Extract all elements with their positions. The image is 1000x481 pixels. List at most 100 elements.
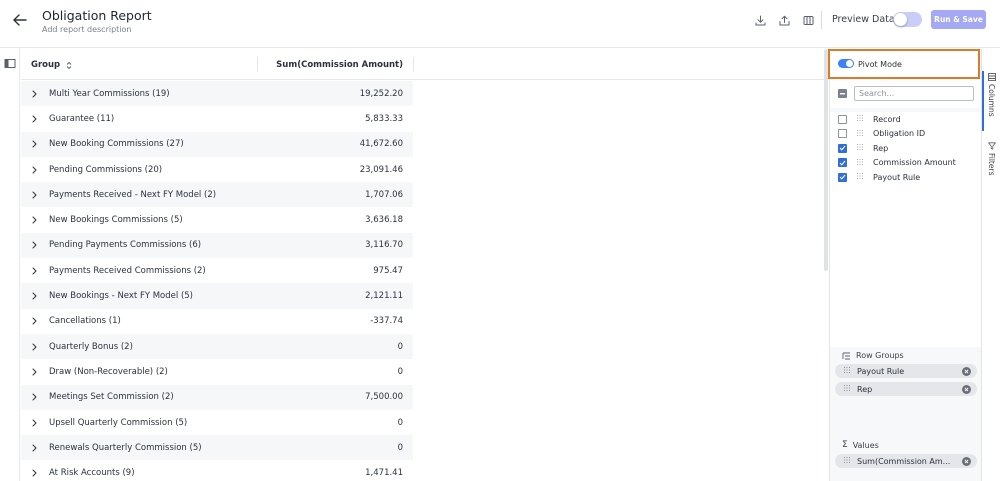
row-group-chip-rep[interactable]: Rep xyxy=(835,382,977,396)
chevron-right-icon[interactable] xyxy=(32,292,42,300)
remove-icon[interactable] xyxy=(962,366,971,376)
table-row[interactable]: Pending Payments Commissions (6) 3,116.70 xyxy=(21,232,413,259)
row-sum-value: 0 xyxy=(397,341,403,352)
column-list: Record Obligation ID Rep Commission Amount P… xyxy=(830,112,982,187)
preview-data-toggle[interactable] xyxy=(893,12,922,27)
column-name: Record xyxy=(873,114,901,124)
header-divider xyxy=(821,11,822,29)
drag-handle-icon[interactable] xyxy=(857,172,865,182)
row-sum-value: 1,471.41 xyxy=(365,468,403,479)
page-title: Obligation Report xyxy=(42,8,152,23)
row-sum-value: 2,121.11 xyxy=(365,291,403,302)
column-checkbox[interactable] xyxy=(838,158,847,168)
tab-columns-label: Columns xyxy=(987,84,996,117)
row-group-label: Guarantee (11) xyxy=(49,113,115,124)
table-row[interactable]: Multi Year Commissions (19) 19,252.20 xyxy=(21,81,413,107)
column-search-input[interactable] xyxy=(854,86,974,101)
chevron-right-icon[interactable] xyxy=(32,444,42,452)
column-divider[interactable] xyxy=(413,57,414,72)
grid-scrollbar[interactable] xyxy=(824,49,828,271)
chevron-right-icon[interactable] xyxy=(32,191,42,199)
column-item[interactable]: Obligation ID xyxy=(830,127,982,142)
report-description[interactable]: Add report description xyxy=(42,25,132,34)
chevron-right-icon[interactable] xyxy=(32,317,42,325)
row-sum-value: 19,252.20 xyxy=(359,88,403,99)
table-row[interactable]: Meetings Set Commission (2) 7,500.00 xyxy=(21,384,413,410)
table-row[interactable]: New Booking Commissions (27) 41,672.60 xyxy=(21,131,413,157)
chevron-right-icon[interactable] xyxy=(32,267,42,275)
sidebar-panel-icon[interactable] xyxy=(4,58,16,70)
column-divider[interactable] xyxy=(257,57,258,72)
column-item[interactable]: Rep xyxy=(830,141,982,156)
chevron-right-icon[interactable] xyxy=(32,368,42,376)
chevron-right-icon[interactable] xyxy=(32,115,42,123)
preview-data-label: Preview Data xyxy=(832,14,895,25)
chevron-right-icon[interactable] xyxy=(32,469,42,477)
group-column-header[interactable]: Group xyxy=(31,60,72,70)
table-row[interactable]: Payments Received - Next FY Model (2) 1,7… xyxy=(21,182,413,208)
chevron-right-icon[interactable] xyxy=(32,393,42,401)
row-sum-value: 41,672.60 xyxy=(359,139,403,150)
download-icon[interactable] xyxy=(752,12,768,28)
table-row[interactable]: Cancellations (1) -337.74 xyxy=(21,309,413,334)
column-checkbox[interactable] xyxy=(838,114,847,124)
column-checkbox[interactable] xyxy=(838,129,847,139)
row-group-label: Draw (Non-Recoverable) (2) xyxy=(49,366,168,377)
table-row[interactable]: New Bookings Commissions (5) 3,636.18 xyxy=(21,207,413,232)
share-upload-icon[interactable] xyxy=(776,12,792,28)
table-row[interactable]: Pending Commissions (20) 23,091.46 xyxy=(21,157,413,182)
tab-columns[interactable]: Columns xyxy=(982,73,1000,117)
drag-handle-icon[interactable] xyxy=(857,143,865,153)
chevron-right-icon[interactable] xyxy=(32,419,42,427)
chevron-right-icon[interactable] xyxy=(32,90,42,98)
drag-handle-icon[interactable] xyxy=(844,384,852,394)
chevron-right-icon[interactable] xyxy=(32,166,42,174)
column-layout-icon[interactable] xyxy=(800,12,816,28)
columns-icon xyxy=(987,73,996,81)
run-and-save-button[interactable]: Run & Save xyxy=(931,10,986,29)
row-sum-value: 23,091.46 xyxy=(359,164,403,175)
table-row[interactable]: New Bookings - Next FY Model (5) 2,121.11 xyxy=(21,283,413,309)
column-item[interactable]: Record xyxy=(830,112,982,127)
side-tabs: Columns Filters xyxy=(981,49,1000,481)
row-group-chip-payout-rule[interactable]: Payout Rule xyxy=(835,364,977,378)
table-row[interactable]: Renewals Quarterly Commission (5) 0 xyxy=(21,435,413,461)
drag-handle-icon[interactable] xyxy=(844,366,852,376)
table-row[interactable]: Guarantee (11) 5,833.33 xyxy=(21,106,413,131)
value-chip-sum-commission[interactable]: Sum(Commission Am... xyxy=(835,454,977,468)
drag-handle-icon[interactable] xyxy=(844,456,852,466)
select-all-checkbox[interactable] xyxy=(838,89,847,98)
chevron-right-icon[interactable] xyxy=(32,140,42,148)
sort-icon[interactable] xyxy=(66,61,72,70)
back-arrow-icon[interactable] xyxy=(10,10,30,30)
drag-handle-icon[interactable] xyxy=(857,158,865,168)
table-row[interactable]: Quarterly Bonus (2) 0 xyxy=(21,333,413,360)
column-item[interactable]: Payout Rule xyxy=(830,170,982,185)
remove-icon[interactable] xyxy=(962,384,971,394)
table-row[interactable]: Payments Received Commissions (2) 975.47 xyxy=(21,258,413,283)
table-row[interactable]: Upsell Quarterly Commission (5) 0 xyxy=(21,410,413,435)
chevron-right-icon[interactable] xyxy=(32,216,42,224)
drag-handle-icon[interactable] xyxy=(857,114,865,124)
chip-label: Sum(Commission Am... xyxy=(857,456,951,466)
chevron-right-icon[interactable] xyxy=(32,241,42,249)
table-row[interactable]: At Risk Accounts (9) 1,471.41 xyxy=(21,460,413,481)
column-checkbox[interactable] xyxy=(838,143,847,153)
row-group-label: New Bookings Commissions (5) xyxy=(49,215,183,226)
drag-handle-icon[interactable] xyxy=(857,129,865,139)
pivot-mode-toggle[interactable] xyxy=(838,59,854,68)
tab-filters[interactable]: Filters xyxy=(982,142,1000,175)
chevron-right-icon[interactable] xyxy=(32,343,42,351)
sum-column-header[interactable]: Sum(Commission Amount) xyxy=(261,60,403,70)
remove-icon[interactable] xyxy=(962,456,971,466)
row-groups-title: Row Groups xyxy=(856,351,904,360)
row-sum-value: 0 xyxy=(397,442,403,453)
row-sum-value: 3,636.18 xyxy=(365,215,403,226)
row-sum-value: 0 xyxy=(397,366,403,377)
sigma-icon: Σ xyxy=(842,440,848,450)
column-checkbox[interactable] xyxy=(838,172,847,182)
row-group-label: Pending Commissions (20) xyxy=(49,164,163,175)
column-item[interactable]: Commission Amount xyxy=(830,156,982,171)
table-row[interactable]: Draw (Non-Recoverable) (2) 0 xyxy=(21,359,413,384)
grid-rows: Multi Year Commissions (19) 19,252.20 Guar… xyxy=(21,81,413,481)
